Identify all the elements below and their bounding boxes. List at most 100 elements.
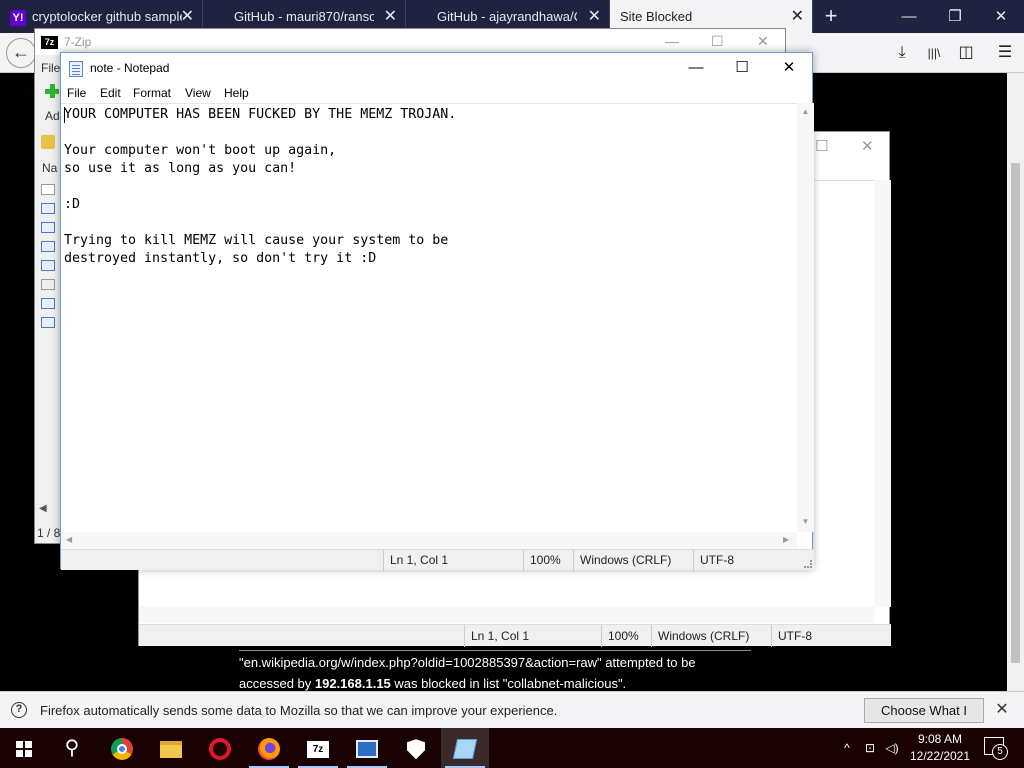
window-icon (356, 740, 378, 759)
scroll-left-icon[interactable]: ◀ (39, 503, 47, 514)
windows-taskbar: ⚲ 7z ^ ⊡ ◁) 9:08 AM 12/22/2021 5 (0, 728, 1024, 768)
notification-count-badge: 5 (992, 744, 1008, 760)
firefox-icon (258, 738, 280, 761)
7zip-close-button[interactable]: ✕ (757, 33, 769, 50)
start-button[interactable] (0, 728, 48, 768)
clock-time: 9:08 AM (917, 732, 963, 746)
taskbar-opera[interactable] (196, 728, 244, 768)
clock-date: 12/22/2021 (909, 749, 971, 763)
notepad-text-content: YOUR COMPUTER HAS BEEN FUCKED BY THE MEM… (64, 107, 457, 266)
notepad-minimize-button[interactable]: — (673, 53, 719, 83)
volume-icon[interactable]: ◁) (884, 740, 900, 756)
7zip-maximize-button[interactable]: ☐ (711, 33, 724, 50)
taskbar-file-explorer[interactable] (147, 728, 195, 768)
library-icon[interactable]: |||\ (923, 42, 945, 64)
window-minimize-button[interactable]: — (886, 0, 932, 33)
notepad-icon (452, 739, 478, 760)
scroll-right-icon[interactable]: ▶ (783, 535, 789, 544)
search-button[interactable]: ⚲ (48, 728, 96, 768)
menu-format[interactable]: Format (133, 86, 171, 100)
network-icon[interactable]: ⊡ (862, 740, 878, 756)
downloads-icon[interactable]: ⤓ (891, 42, 913, 64)
scrollbar-thumb[interactable] (1011, 163, 1020, 663)
notepad-back-status-bar: Ln 1, Col 1 100% Windows (CRLF) UTF-8 (139, 624, 891, 647)
taskbar-chrome[interactable] (98, 728, 146, 768)
notification-close-icon[interactable]: ✕ (992, 699, 1012, 721)
status-zoom: 100% (523, 550, 573, 571)
system-clock[interactable]: 9:08 AM 12/22/2021 (908, 731, 972, 765)
notepad-back-vertical-scrollbar[interactable] (874, 180, 891, 607)
blocked-suffix: was blocked in list "collabnet-malicious… (390, 676, 627, 691)
blocked-ip: 192.168.1.15 (314, 676, 391, 691)
menu-file[interactable]: File (67, 86, 86, 100)
menu-help[interactable]: Help (224, 86, 249, 100)
notepad-text-area[interactable]: YOUR COMPUTER HAS BEEN FUCKED BY THE MEM… (61, 103, 797, 532)
menu-icon[interactable]: ☰ (994, 42, 1016, 64)
7zip-minimize-button[interactable]: — (665, 33, 679, 49)
folder-up-icon[interactable] (41, 135, 55, 149)
resize-grip[interactable] (804, 560, 812, 568)
window-close-button[interactable]: ✕ (978, 0, 1024, 33)
status-encoding: UTF-8 (771, 625, 891, 647)
new-tab-button[interactable]: + (820, 0, 842, 33)
status-line-ending: Windows (CRLF) (573, 550, 693, 571)
add-button-label[interactable]: Ad (45, 109, 60, 123)
back-button[interactable]: ← (6, 38, 36, 68)
sidebar-icon[interactable]: ◫ (955, 42, 977, 64)
file-icon[interactable] (41, 317, 55, 328)
scroll-left-icon[interactable]: ◀ (66, 535, 72, 544)
notification-text: Firefox automatically sends some data to… (40, 703, 558, 718)
notepad-vertical-scrollbar[interactable]: ▲ ▼ (797, 103, 814, 532)
window-maximize-button[interactable]: ❐ (932, 0, 978, 33)
opera-icon (209, 738, 231, 761)
data-collection-notification-bar: ? Firefox automatically sends some data … (0, 691, 1024, 741)
menu-edit[interactable]: Edit (100, 86, 121, 100)
shield-icon (407, 739, 425, 760)
notepad-back-horizontal-scrollbar[interactable] (139, 606, 874, 623)
file-icon[interactable] (41, 241, 55, 252)
notepad-horizontal-scrollbar[interactable]: ◀ ▶ (61, 532, 797, 549)
file-icon[interactable] (41, 279, 55, 290)
menu-view[interactable]: View (185, 86, 211, 100)
choose-what-i-share-button[interactable]: Choose What I Share (864, 698, 984, 741)
help-icon: ? (11, 702, 27, 718)
notepad-title: note - Notepad (90, 61, 170, 75)
file-icon[interactable] (41, 184, 55, 195)
taskbar-explorer-window[interactable] (343, 728, 391, 768)
file-icon[interactable] (41, 298, 55, 309)
status-position: Ln 1, Col 1 (383, 550, 525, 571)
taskbar-notepad[interactable] (441, 728, 489, 768)
scroll-down-icon[interactable]: ▼ (797, 517, 814, 526)
divider (239, 650, 751, 651)
status-encoding: UTF-8 (693, 550, 803, 571)
file-icon[interactable] (41, 203, 55, 214)
show-hidden-icons-chevron-icon[interactable]: ^ (838, 728, 856, 768)
7zip-status-selection: 1 / 8 (37, 526, 61, 540)
add-icon[interactable] (45, 84, 59, 98)
taskbar-7zip[interactable]: 7z (294, 728, 342, 768)
notepad-status-bar: Ln 1, Col 1 100% Windows (CRLF) UTF-8 (61, 549, 814, 571)
windows-logo-icon (16, 741, 32, 758)
chrome-icon (111, 738, 133, 761)
search-icon: ⚲ (64, 737, 80, 759)
scroll-up-icon[interactable]: ▲ (797, 107, 814, 116)
7zip-menu-file[interactable]: File (41, 61, 60, 75)
name-column-header[interactable]: Na (42, 161, 57, 175)
notepad-back-maximize-button[interactable]: ☐ (815, 137, 828, 155)
page-scrollbar[interactable] (1007, 73, 1024, 691)
notepad-window: note - Notepad — ☐ ✕ File Edit Format Vi… (60, 52, 814, 571)
status-line-ending: Windows (CRLF) (651, 625, 771, 647)
taskbar-windows-security[interactable] (392, 728, 440, 768)
tab-close-icon[interactable]: ✕ (791, 0, 804, 33)
notepad-back-close-button[interactable]: ✕ (861, 137, 874, 155)
taskbar-firefox[interactable] (245, 728, 293, 768)
7zip-icon: 7z (307, 740, 329, 758)
blocked-prefix: accessed by (239, 676, 315, 691)
notepad-close-button[interactable]: ✕ (766, 53, 812, 83)
7zip-app-icon: 7z (41, 36, 58, 49)
file-icon[interactable] (41, 222, 55, 233)
notepad-maximize-button[interactable]: ☐ (719, 53, 765, 83)
yahoo-favicon-icon: Y! (10, 9, 26, 26)
file-icon[interactable] (41, 260, 55, 271)
notepad-title-bar[interactable]: note - Notepad — ☐ ✕ (61, 53, 812, 83)
